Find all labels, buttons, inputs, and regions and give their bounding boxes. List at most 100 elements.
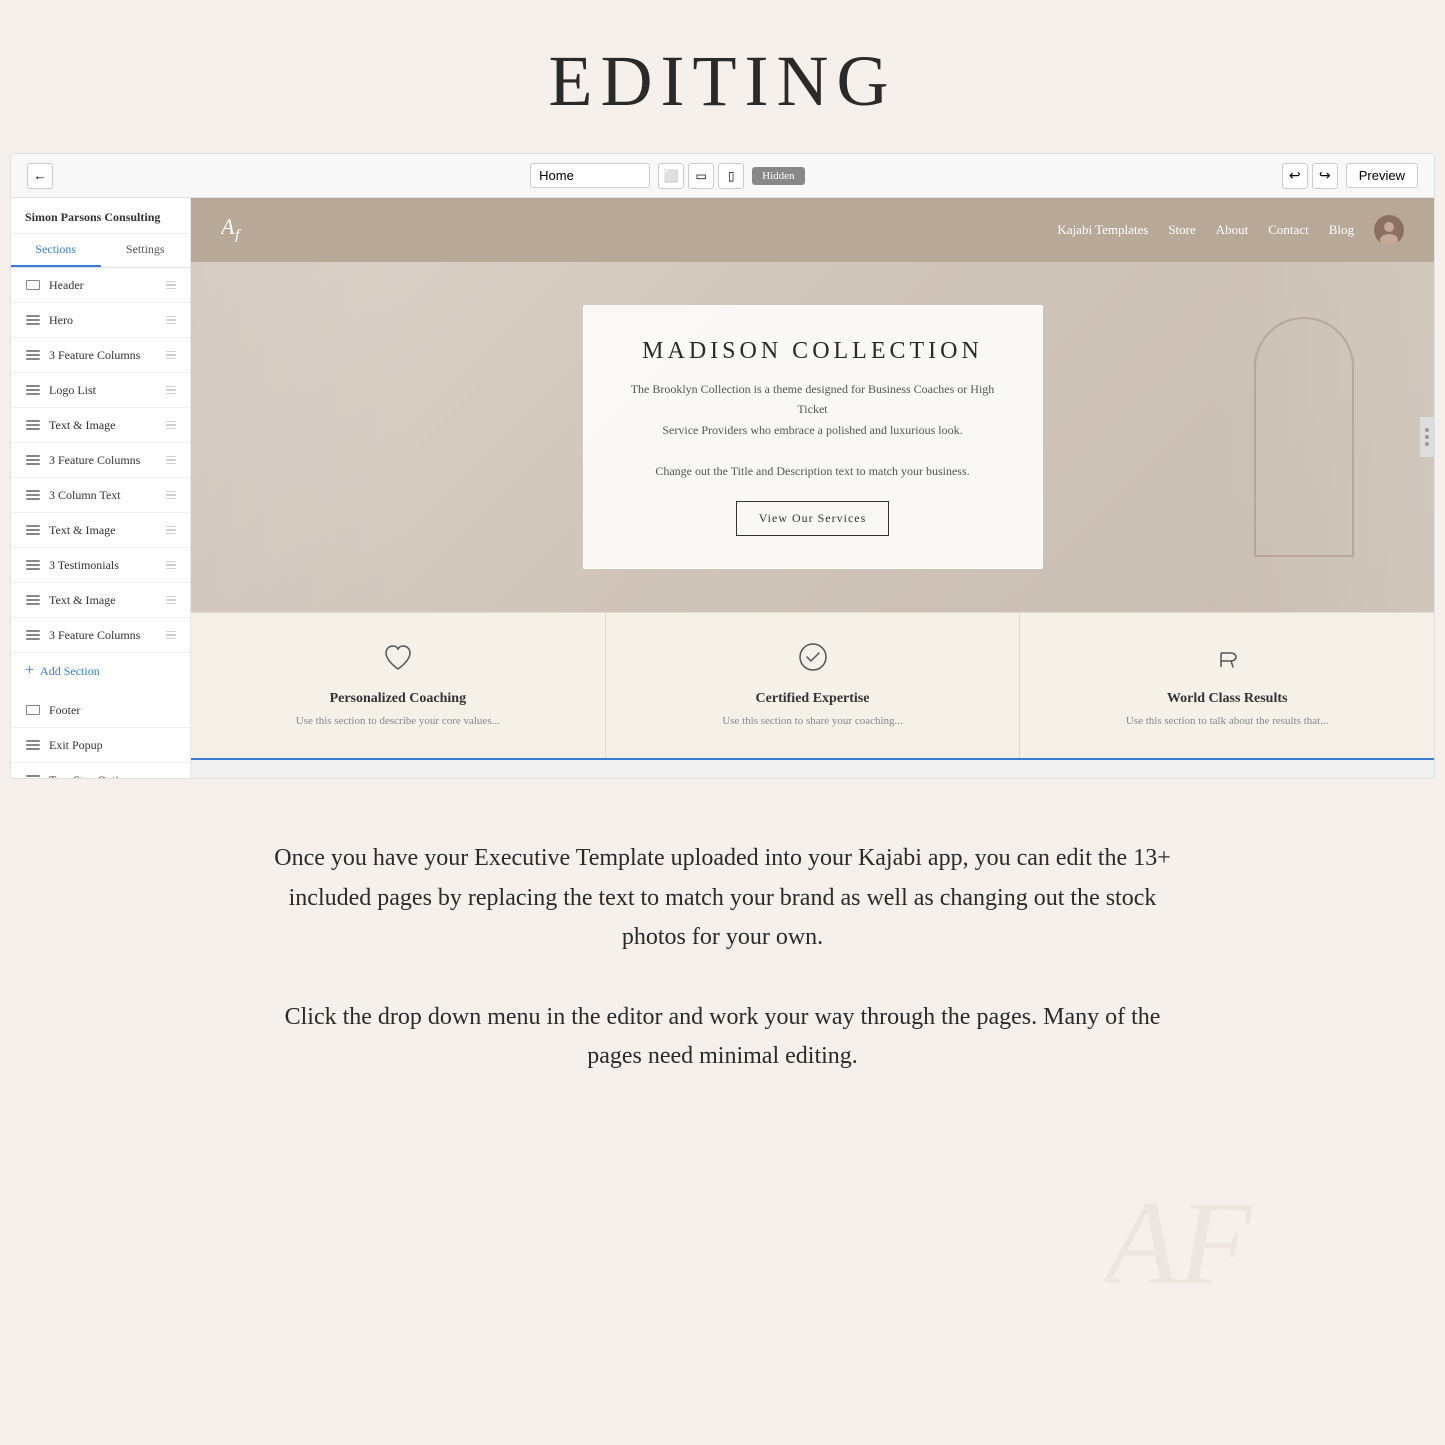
sidebar-item-logo-list[interactable]: Logo List — [11, 373, 190, 408]
column-text-icon — [25, 487, 41, 503]
sidebar-item-feature3-label: 3 Feature Columns — [49, 628, 140, 643]
feature-icon-1 — [211, 641, 585, 681]
feature-col-1: Personalized Coaching Use this section t… — [191, 613, 606, 758]
sidebar-item-text-image-1[interactable]: Text & Image — [11, 408, 190, 443]
sidebar-item-exit-popup[interactable]: Exit Popup — [11, 728, 190, 763]
site-nav: A f Kajabi Templates Store About Contact… — [191, 198, 1434, 262]
sidebar-item-logo-label: Logo List — [49, 383, 96, 398]
toolbar-left: ← — [27, 163, 53, 189]
hero-arch — [1254, 262, 1354, 612]
footer-items: Footer Exit Popup — [11, 693, 190, 778]
sidebar-item-footer-label: Footer — [49, 703, 80, 718]
toolbar-right: ↩ ↪ Preview — [1282, 163, 1418, 189]
svg-text:AF: AF — [1105, 1197, 1253, 1303]
sidebar-item-two-step-label: Two Step Optin — [49, 773, 125, 779]
nav-link-about[interactable]: About — [1216, 222, 1249, 238]
feature3-section-icon — [25, 627, 41, 643]
sidebar-item-hero-label: Hero — [49, 313, 73, 328]
feature-title-3: World Class Results — [1040, 691, 1414, 707]
sidebar-item-two-step[interactable]: Two Step Optin — [11, 763, 190, 778]
drag-handle-hero[interactable] — [166, 316, 176, 325]
desktop-view-button[interactable]: ⬜ — [658, 163, 684, 189]
footer-icon — [25, 702, 41, 718]
sidebar-item-exit-popup-label: Exit Popup — [49, 738, 103, 753]
drag-handle-feature1[interactable] — [166, 351, 176, 360]
tab-sections[interactable]: Sections — [11, 234, 101, 267]
sidebar-item-footer[interactable]: Footer — [11, 693, 190, 728]
hero-description: The Brooklyn Collection is a theme desig… — [628, 379, 998, 481]
editor-toolbar: ← Home About Blog Contact ⬜ ▭ ▯ Hidden ↩… — [11, 154, 1434, 198]
site-avatar — [1374, 215, 1404, 245]
hero-cta-button[interactable]: View Our Services — [736, 501, 890, 536]
site-nav-links: Kajabi Templates Store About Contact Blo… — [1057, 215, 1404, 245]
feature-desc-3: Use this section to talk about the resul… — [1040, 713, 1414, 730]
header-section-icon — [25, 277, 41, 293]
sidebar-tabs: Sections Settings — [11, 234, 190, 268]
nav-link-contact[interactable]: Contact — [1268, 222, 1308, 238]
sidebar-item-text-image1-label: Text & Image — [49, 418, 115, 433]
back-button[interactable]: ← — [27, 163, 53, 189]
drag-handle-logo[interactable] — [166, 386, 176, 395]
sidebar-item-text-image-2[interactable]: Text & Image — [11, 513, 190, 548]
sidebar-item-column-text[interactable]: 3 Column Text — [11, 478, 190, 513]
drag-handle-text-image1[interactable] — [166, 421, 176, 430]
testimonials-icon — [25, 557, 41, 573]
editor-body: Simon Parsons Consulting Sections Settin… — [11, 198, 1434, 778]
add-section-plus-icon: + — [25, 662, 34, 680]
hero-content-box: MADISON COLLECTION The Brooklyn Collecti… — [583, 305, 1043, 569]
hero-bg-left — [191, 262, 411, 612]
canvas-drag-handle[interactable] — [1420, 417, 1434, 457]
feature-desc-2: Use this section to share your coaching.… — [626, 713, 1000, 730]
tab-settings[interactable]: Settings — [101, 234, 191, 267]
feature2-section-icon — [25, 452, 41, 468]
two-step-icon — [25, 772, 41, 778]
drag-handle-text-image2[interactable] — [166, 526, 176, 535]
sidebar-item-text-image-3[interactable]: Text & Image — [11, 583, 190, 618]
editor-chrome: ← Home About Blog Contact ⬜ ▭ ▯ Hidden ↩… — [10, 153, 1435, 779]
undo-redo: ↩ ↪ — [1282, 163, 1338, 189]
text-image3-icon — [25, 592, 41, 608]
drag-handle-text-image3[interactable] — [166, 596, 176, 605]
sidebar-item-testimonials[interactable]: 3 Testimonials — [11, 548, 190, 583]
hero-section: MADISON COLLECTION The Brooklyn Collecti… — [191, 262, 1434, 612]
drag-handle-feature3[interactable] — [166, 631, 176, 640]
sidebar-item-feature-1[interactable]: 3 Feature Columns — [11, 338, 190, 373]
mobile-view-button[interactable]: ▯ — [718, 163, 744, 189]
svg-text:f: f — [235, 227, 242, 242]
add-section-label: Add Section — [40, 664, 100, 679]
description-para-1: Once you have your Executive Template up… — [273, 839, 1173, 958]
sidebar-item-feature2-label: 3 Feature Columns — [49, 453, 140, 468]
nav-link-templates[interactable]: Kajabi Templates — [1057, 222, 1148, 238]
drag-handle-column-text[interactable] — [166, 491, 176, 500]
logo-list-icon — [25, 382, 41, 398]
tablet-view-button[interactable]: ▭ — [688, 163, 714, 189]
add-section-item[interactable]: + Add Section — [11, 653, 190, 689]
undo-button[interactable]: ↩ — [1282, 163, 1308, 189]
drag-handle-testimonials[interactable] — [166, 561, 176, 570]
drag-handle-feature2[interactable] — [166, 456, 176, 465]
site-preview: A f Kajabi Templates Store About Contact… — [191, 198, 1434, 758]
sidebar-item-hero[interactable]: Hero — [11, 303, 190, 338]
sidebar-item-feature-2[interactable]: 3 Feature Columns — [11, 443, 190, 478]
drag-handle-header[interactable] — [166, 281, 176, 290]
hero-section-icon — [25, 312, 41, 328]
sidebar-item-header[interactable]: Header — [11, 268, 190, 303]
text-image1-icon — [25, 417, 41, 433]
sidebar-item-testimonials-label: 3 Testimonials — [49, 558, 119, 573]
sidebar-item-text-image3-label: Text & Image — [49, 593, 115, 608]
description-area: Once you have your Executive Template up… — [0, 779, 1445, 1197]
sidebar-item-column-text-label: 3 Column Text — [49, 488, 121, 503]
feature-icon-2 — [626, 641, 1000, 681]
features-section: Personalized Coaching Use this section t… — [191, 612, 1434, 758]
site-logo: A f — [221, 212, 261, 248]
sidebar: Simon Parsons Consulting Sections Settin… — [11, 198, 191, 778]
nav-link-blog[interactable]: Blog — [1329, 222, 1354, 238]
preview-button[interactable]: Preview — [1346, 163, 1418, 188]
redo-button[interactable]: ↪ — [1312, 163, 1338, 189]
watermark-area: AF — [0, 1197, 1445, 1317]
sidebar-item-feature-3[interactable]: 3 Feature Columns — [11, 618, 190, 653]
svg-text:A: A — [221, 214, 235, 239]
nav-link-store[interactable]: Store — [1168, 222, 1195, 238]
page-title-area: EDITING — [0, 0, 1445, 153]
page-select[interactable]: Home About Blog Contact — [530, 163, 650, 188]
